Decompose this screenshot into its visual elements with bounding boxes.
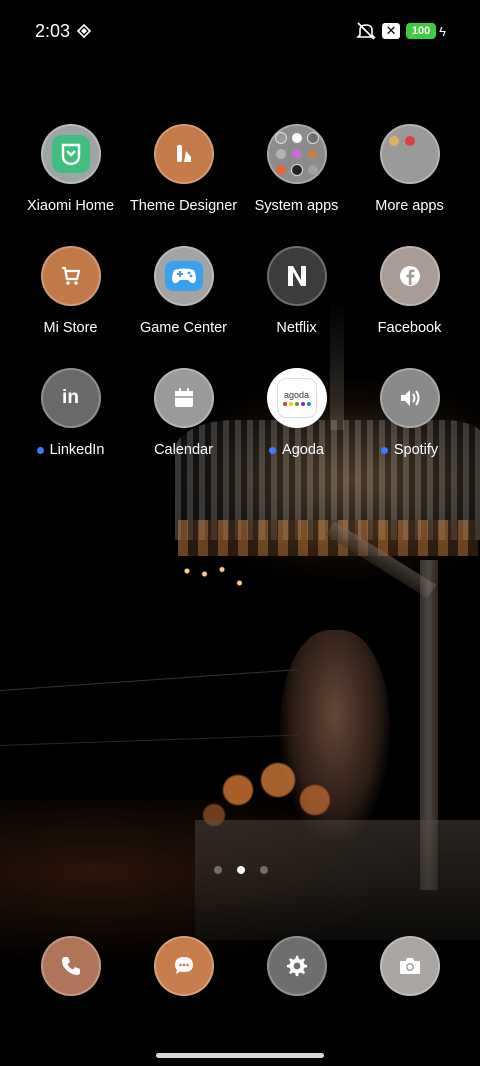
folder-more-apps[interactable]: More apps xyxy=(353,124,466,214)
dock-camera[interactable] xyxy=(353,936,466,996)
app-facebook[interactable]: Facebook xyxy=(353,246,466,336)
gamepad-icon xyxy=(153,246,214,306)
folder-system-apps[interactable]: System apps xyxy=(240,124,353,214)
clock: 2:03 xyxy=(35,21,71,41)
speaker-icon xyxy=(379,368,440,428)
calendar-icon xyxy=(153,368,214,428)
battery-indicator: 100 xyxy=(406,23,437,39)
page-dot-active[interactable] xyxy=(237,866,245,874)
app-label: LinkedIn xyxy=(49,442,105,458)
mute-icon xyxy=(356,22,377,40)
theme-designer-icon xyxy=(153,124,214,184)
app-xiaomi-home[interactable]: Xiaomi Home xyxy=(14,124,127,214)
app-label: Agoda xyxy=(282,442,324,458)
app-netflix[interactable]: Netflix xyxy=(240,246,353,336)
charging-bolt-icon: ϟ xyxy=(439,23,446,39)
camera-icon xyxy=(379,936,440,996)
app-label: System apps xyxy=(254,198,339,214)
app-label: More apps xyxy=(375,198,444,214)
cart-icon xyxy=(40,246,101,306)
app-linkedin[interactable]: in LinkedIn xyxy=(14,368,127,458)
app-game-center[interactable]: Game Center xyxy=(127,246,240,336)
page-dot[interactable] xyxy=(214,866,222,874)
x-notification-icon: ✕ xyxy=(382,23,401,39)
phone-icon xyxy=(40,936,101,996)
gear-icon xyxy=(266,936,327,996)
folder-icon xyxy=(379,124,440,184)
notification-dot xyxy=(380,446,388,454)
app-label: Facebook xyxy=(377,320,442,336)
linkedin-icon: in xyxy=(40,368,101,428)
app-label: Mi Store xyxy=(43,320,98,336)
page-indicator[interactable] xyxy=(214,866,268,874)
notification-dot xyxy=(269,446,277,454)
app-label: Theme Designer xyxy=(129,198,238,214)
netflix-icon xyxy=(266,246,327,306)
app-agoda[interactable]: agoda Agoda xyxy=(240,368,353,458)
app-theme-designer[interactable]: Theme Designer xyxy=(127,124,240,214)
status-bar: 2:03 ✕ 100 ϟ xyxy=(0,0,480,62)
agoda-logo-text: agoda xyxy=(283,390,310,400)
app-label: Xiaomi Home xyxy=(26,198,115,214)
app-calendar[interactable]: Calendar xyxy=(127,368,240,458)
message-icon xyxy=(153,936,214,996)
notification-dot xyxy=(36,446,44,454)
diamond-icon xyxy=(77,24,91,38)
folder-icon xyxy=(266,124,327,184)
dock-phone[interactable] xyxy=(14,936,127,996)
app-label: Game Center xyxy=(139,320,228,336)
facebook-icon xyxy=(379,246,440,306)
app-label: Netflix xyxy=(276,320,317,336)
mi-home-icon xyxy=(40,124,101,184)
app-mi-store[interactable]: Mi Store xyxy=(14,246,127,336)
dock-settings[interactable] xyxy=(240,936,353,996)
home-indicator[interactable] xyxy=(156,1053,324,1058)
agoda-icon: agoda xyxy=(266,368,327,428)
app-label: Spotify xyxy=(393,442,439,458)
app-label: Calendar xyxy=(154,442,213,458)
page-dot[interactable] xyxy=(260,866,268,874)
dock-messages[interactable] xyxy=(127,936,240,996)
app-spotify[interactable]: Spotify xyxy=(353,368,466,458)
